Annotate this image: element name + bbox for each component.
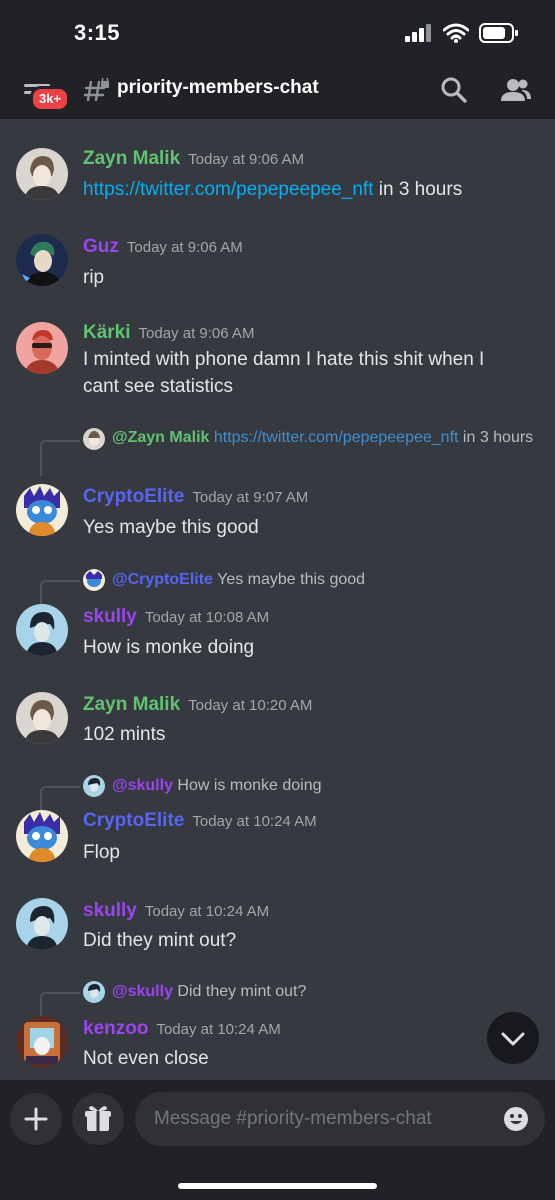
- message-content: rip: [83, 267, 105, 288]
- message-content: Did they mint out?: [83, 930, 237, 951]
- status-icons: [405, 22, 519, 44]
- attach-button[interactable]: [10, 1093, 62, 1145]
- channel-header: 3k+ priority-members-chat: [0, 64, 555, 119]
- avatar[interactable]: [16, 898, 68, 950]
- avatar[interactable]: [16, 604, 68, 656]
- home-indicator[interactable]: [178, 1183, 377, 1189]
- message-content: https://twitter.com/pepepeepee_nft in 3 …: [83, 179, 463, 200]
- message-content: I minted with phone damn I hate this shi…: [83, 349, 485, 397]
- chevron-down-icon: [501, 1032, 525, 1046]
- avatar[interactable]: [16, 1016, 68, 1068]
- reply-avatar: [83, 428, 105, 450]
- timestamp: Today at 10:24 AM: [192, 813, 317, 830]
- cellular-signal-icon: [405, 24, 431, 42]
- avatar[interactable]: [16, 692, 68, 744]
- members-icon[interactable]: [500, 76, 532, 104]
- avatar[interactable]: [16, 484, 68, 536]
- message-content: 102 mints: [83, 724, 166, 745]
- reply-avatar: [83, 569, 105, 591]
- avatar[interactable]: [16, 234, 68, 286]
- timestamp: Today at 10:08 AM: [144, 609, 270, 626]
- author-name[interactable]: kenzoo Today at 10:24 AM: [83, 1018, 281, 1040]
- message-content: How is monke doing: [83, 637, 255, 658]
- reply-avatar: [83, 775, 105, 797]
- timestamp: Today at 9:06 AM: [126, 239, 243, 256]
- message-input-placeholder: Message #priority-members-chat: [154, 1108, 432, 1129]
- status-bar: 3:15: [0, 0, 555, 64]
- reply-mention: @CryptoElite: [112, 571, 213, 588]
- channel-name: priority-members-chat: [117, 77, 319, 98]
- author-name[interactable]: skully Today at 10:08 AM: [83, 606, 269, 628]
- reply-connector: [40, 440, 80, 476]
- avatar[interactable]: [16, 322, 68, 374]
- message-link[interactable]: https://twitter.com/pepepeepee_nft: [83, 179, 373, 200]
- timestamp: Today at 10:20 AM: [188, 697, 313, 714]
- author-name[interactable]: Kärki Today at 9:06 AM: [83, 322, 254, 344]
- locked-hash-icon: [84, 78, 109, 102]
- wifi-icon: [443, 23, 469, 43]
- author-name[interactable]: skully Today at 10:24 AM: [83, 900, 269, 922]
- avatar[interactable]: [16, 810, 68, 862]
- author-name[interactable]: CryptoElite Today at 9:07 AM: [83, 486, 308, 508]
- status-time: 3:15: [74, 20, 121, 45]
- reply-text: @Zayn Malik https://twitter.com/pepepeep…: [112, 429, 534, 446]
- timestamp: Today at 9:06 AM: [188, 151, 305, 168]
- timestamp: Today at 10:24 AM: [144, 903, 270, 920]
- search-icon[interactable]: [440, 76, 468, 104]
- reply-text: @CryptoElite Yes maybe this good: [112, 571, 366, 588]
- jump-to-present-button[interactable]: [487, 1012, 539, 1064]
- timestamp: Today at 9:07 AM: [192, 489, 309, 506]
- reply-avatar: [83, 981, 105, 1003]
- gift-icon: [85, 1106, 111, 1131]
- timestamp: Today at 9:06 AM: [138, 325, 255, 342]
- emoji-icon[interactable]: [503, 1106, 529, 1132]
- composer-bar: Message #priority-members-chat: [0, 1080, 555, 1200]
- message-content: Not even close: [83, 1048, 209, 1069]
- reply-text: @skully How is monke doing: [112, 777, 322, 794]
- avatar[interactable]: [16, 148, 68, 200]
- author-name[interactable]: Zayn Malik Today at 10:20 AM: [83, 694, 312, 716]
- reply-mention: @skully: [112, 777, 173, 794]
- message-content: Flop: [83, 842, 120, 863]
- battery-icon: [479, 23, 518, 43]
- reply-text: @skully Did they mint out?: [112, 983, 307, 1000]
- gift-button[interactable]: [72, 1093, 124, 1145]
- author-name[interactable]: Zayn Malik Today at 9:06 AM: [83, 148, 304, 170]
- unread-badge: 3k+: [30, 86, 71, 112]
- reply-mention: @Zayn Malik: [112, 429, 210, 446]
- reply-mention: @skully: [112, 983, 173, 1000]
- message-content: Yes maybe this good: [83, 517, 259, 538]
- author-name[interactable]: CryptoElite Today at 10:24 AM: [83, 810, 317, 832]
- timestamp: Today at 10:24 AM: [156, 1021, 281, 1038]
- author-name[interactable]: Guz Today at 9:06 AM: [83, 236, 243, 258]
- plus-icon: [24, 1107, 48, 1131]
- message-input[interactable]: Message #priority-members-chat: [135, 1092, 545, 1146]
